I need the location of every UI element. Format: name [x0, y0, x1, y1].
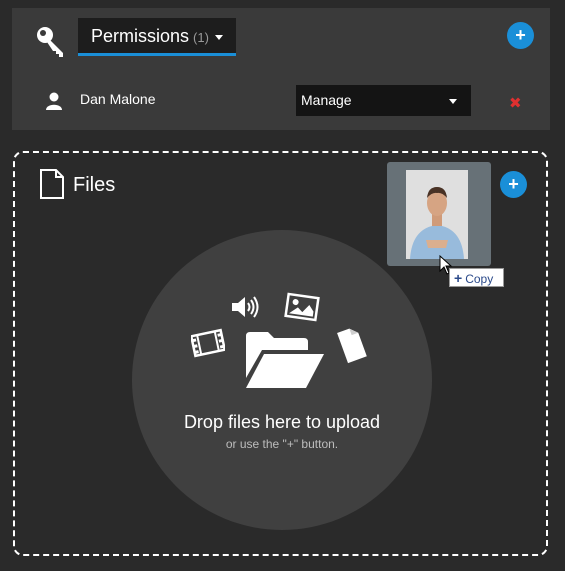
files-title: Files	[73, 174, 116, 196]
permissions-count: (1)	[193, 30, 209, 45]
audio-icon	[232, 296, 259, 318]
add-file-button[interactable]: +	[500, 171, 527, 198]
caret-down-icon	[449, 99, 457, 104]
add-permission-button[interactable]: +	[507, 22, 534, 49]
role-select-value: Manage	[301, 92, 352, 108]
drop-subtitle: or use the "+" button.	[225, 437, 339, 451]
permissions-panel: Permissions (1) + Dan Malone Manage ✖	[12, 8, 550, 130]
document-icon	[337, 328, 367, 364]
remove-permission-button[interactable]: ✖	[509, 94, 522, 112]
person-photo	[406, 170, 468, 259]
drop-title: Drop files here to upload	[183, 412, 381, 432]
permissions-title: Permissions	[91, 26, 190, 46]
permissions-tab[interactable]: Permissions (1)	[78, 18, 236, 56]
film-icon	[191, 328, 225, 358]
folder-open-icon	[246, 332, 324, 388]
user-icon	[46, 92, 62, 110]
file-icon	[40, 169, 64, 199]
caret-down-icon	[214, 35, 223, 41]
drag-preview-thumbnail	[387, 162, 491, 266]
copy-tooltip: + Copy	[449, 268, 504, 287]
permission-role-select[interactable]: Manage	[296, 85, 471, 116]
drop-area[interactable]: Drop files here to upload or use the "+"…	[132, 230, 432, 530]
plus-icon: +	[454, 270, 463, 286]
image-icon	[284, 292, 320, 322]
permission-user-name: Dan Malone	[80, 91, 156, 107]
copy-label: Copy	[465, 272, 494, 286]
key-icon	[37, 27, 63, 57]
